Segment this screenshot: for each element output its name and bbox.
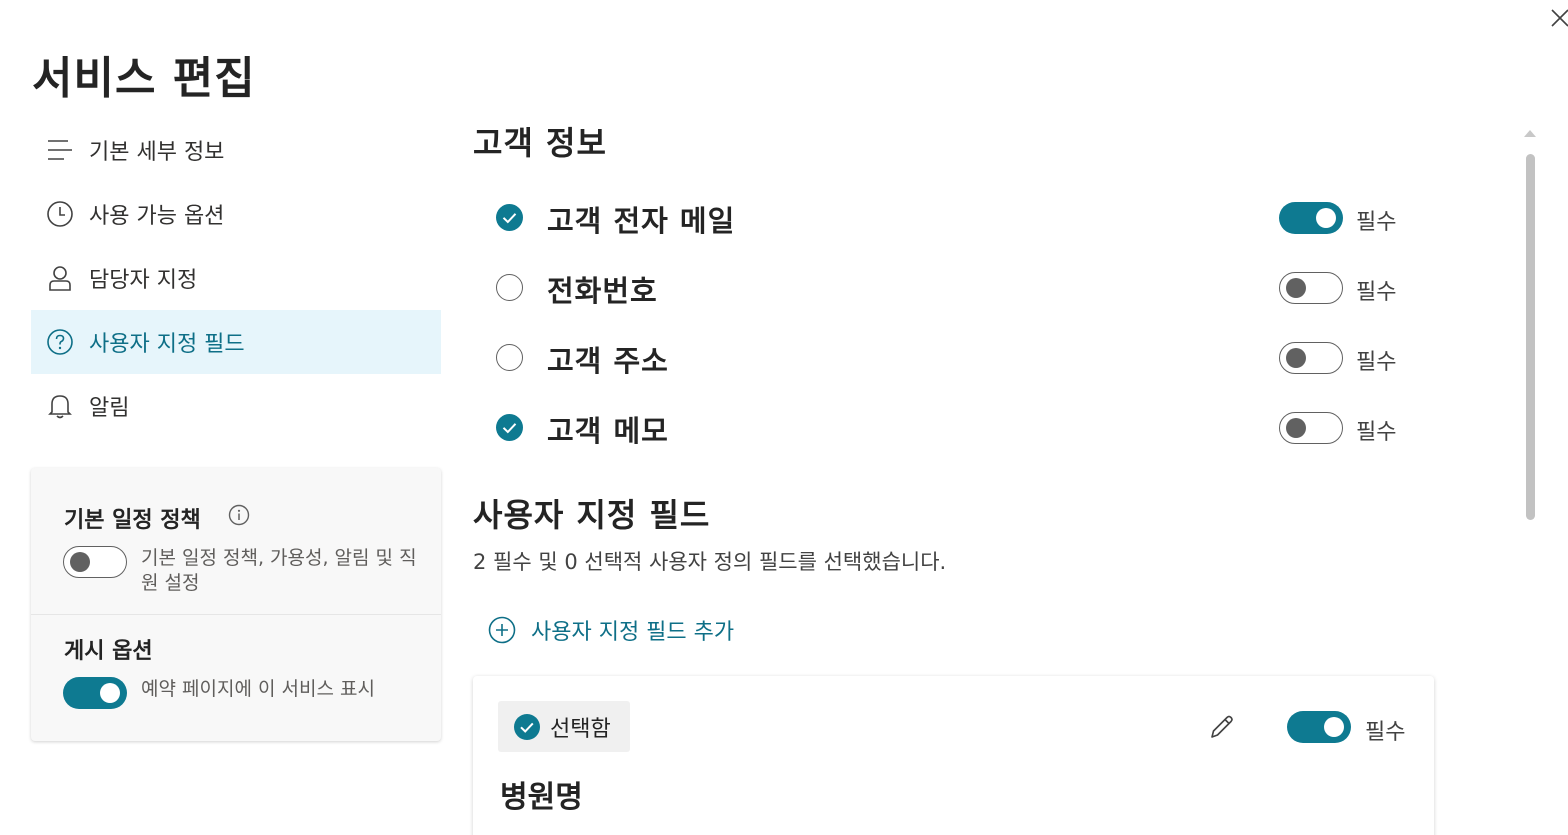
field-checkbox[interactable] xyxy=(496,414,523,441)
field-checkbox[interactable] xyxy=(496,204,523,231)
custom-fields-title: 사용자 지정 필드 xyxy=(473,496,711,534)
field-row-phone: 전화번호 필수 xyxy=(496,268,1416,308)
lines-icon xyxy=(45,135,75,165)
close-icon xyxy=(1551,9,1568,27)
toggle-knob xyxy=(1286,348,1306,368)
default-policy-section: 기본 일정 정책 기본 일정 정책, 가용성, 알림 및 직원 설정 xyxy=(31,468,441,615)
sidebar-item-basic-details[interactable]: 기본 세부 정보 xyxy=(31,118,441,182)
default-policy-title: 기본 일정 정책 xyxy=(64,508,201,533)
sidebar-nav: 기본 세부 정보 사용 가능 옵션 담당자 지정 사용자 지정 필드 알림 xyxy=(31,118,441,438)
required-label: 필수 xyxy=(1356,210,1397,235)
add-circle-icon xyxy=(488,616,516,644)
info-icon[interactable] xyxy=(228,504,250,530)
sidebar-item-label: 사용자 지정 필드 xyxy=(89,332,245,357)
field-label: 고객 전자 메일 xyxy=(547,204,736,238)
required-toggle[interactable] xyxy=(1279,342,1343,374)
sidebar-item-label: 사용 가능 옵션 xyxy=(89,204,225,229)
sidebar-item-label: 기본 세부 정보 xyxy=(89,140,225,165)
toggle-knob xyxy=(1316,208,1336,228)
selected-chip[interactable]: 선택함 xyxy=(498,701,630,752)
chip-label: 선택함 xyxy=(550,716,611,742)
clock-icon xyxy=(45,199,75,229)
required-toggle[interactable] xyxy=(1279,202,1343,234)
person-icon xyxy=(45,263,75,293)
toggle-knob xyxy=(70,552,90,572)
add-custom-field-button[interactable]: 사용자 지정 필드 추가 xyxy=(487,614,734,646)
required-label: 필수 xyxy=(1356,350,1397,375)
caret-up-icon xyxy=(1524,130,1536,137)
sidebar-item-custom-fields[interactable]: 사용자 지정 필드 xyxy=(31,310,441,374)
add-custom-field-label: 사용자 지정 필드 추가 xyxy=(531,620,735,645)
custom-field-name: 병원명 xyxy=(500,780,583,815)
toggle-knob xyxy=(1286,278,1306,298)
pencil-icon[interactable] xyxy=(1207,712,1237,746)
required-toggle[interactable] xyxy=(1279,412,1343,444)
required-label: 필수 xyxy=(1356,420,1397,445)
close-button[interactable] xyxy=(1550,6,1568,32)
question-circle-icon xyxy=(45,327,75,357)
sidebar-item-notifications[interactable]: 알림 xyxy=(31,374,441,438)
field-label: 고객 메모 xyxy=(547,414,669,448)
field-row-customer-email: 고객 전자 메일 필수 xyxy=(496,198,1416,238)
toggle-knob xyxy=(100,683,120,703)
publish-options-title: 게시 옵션 xyxy=(64,639,153,664)
required-label: 필수 xyxy=(1356,280,1397,305)
field-row-customer-notes: 고객 메모 필수 xyxy=(496,408,1416,448)
toggle-knob xyxy=(1286,418,1306,438)
publish-description: 예약 페이지에 이 서비스 표시 xyxy=(141,678,375,700)
page-title: 서비스 편집 xyxy=(32,53,256,104)
checkmark-icon xyxy=(514,713,540,740)
required-toggle[interactable] xyxy=(1279,272,1343,304)
policy-settings-card: 기본 일정 정책 기본 일정 정책, 가용성, 알림 및 직원 설정 게시 옵션… xyxy=(31,468,441,741)
field-label: 전화번호 xyxy=(547,274,658,308)
bell-icon xyxy=(45,391,75,421)
required-toggle[interactable] xyxy=(1287,711,1351,743)
default-policy-toggle[interactable] xyxy=(63,546,127,578)
sidebar-item-label: 담당자 지정 xyxy=(89,268,198,293)
field-checkbox[interactable] xyxy=(496,274,523,301)
checkmark-icon xyxy=(502,213,517,224)
default-policy-description: 기본 일정 정책, 가용성, 알림 및 직원 설정 xyxy=(141,547,417,594)
publish-toggle[interactable] xyxy=(63,677,127,709)
field-label: 고객 주소 xyxy=(547,344,669,378)
scroll-up-button[interactable] xyxy=(1522,124,1538,143)
custom-fields-description: 2 필수 및 0 선택적 사용자 정의 필드를 선택했습니다. xyxy=(473,550,947,574)
field-row-customer-address: 고객 주소 필수 xyxy=(496,338,1416,378)
sidebar-item-assign-staff[interactable]: 담당자 지정 xyxy=(31,246,441,310)
custom-field-card: 선택함 필수 병원명 xyxy=(473,676,1434,835)
sidebar-item-availability[interactable]: 사용 가능 옵션 xyxy=(31,182,441,246)
customer-info-title: 고객 정보 xyxy=(473,124,607,162)
required-label: 필수 xyxy=(1365,720,1406,745)
scrollbar-thumb[interactable] xyxy=(1526,154,1535,520)
field-checkbox[interactable] xyxy=(496,344,523,371)
toggle-knob xyxy=(1324,717,1344,737)
sidebar-item-label: 알림 xyxy=(89,396,130,421)
checkmark-icon xyxy=(502,423,517,434)
